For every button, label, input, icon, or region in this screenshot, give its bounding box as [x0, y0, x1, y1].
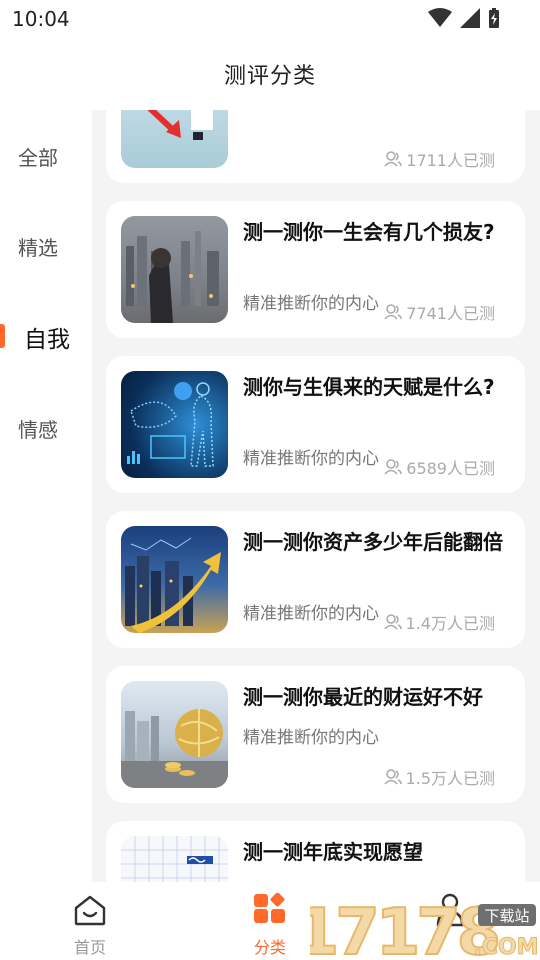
- status-time: 10:04: [12, 7, 70, 31]
- card-title: 测一测你最近的财运好不好: [243, 685, 483, 709]
- card-title: 测一测你资产多少年后能翻倍: [243, 530, 503, 554]
- card-subtitle: 精准推断你的内心: [243, 449, 379, 469]
- status-icons: [428, 8, 500, 28]
- nav-home[interactable]: 首页: [40, 882, 140, 960]
- test-card[interactable]: 测一测你资产多少年后能翻倍 精准推断你的内心 1.4万人已测: [106, 511, 525, 648]
- svg-text:下载站: 下载站: [484, 907, 529, 925]
- sidebar-item-emotion[interactable]: 情感: [0, 398, 92, 458]
- sidebar-item-self[interactable]: 自我: [0, 307, 92, 367]
- test-card[interactable]: 1711人已测: [106, 110, 525, 183]
- category-icon: [252, 892, 288, 928]
- card-thumbnail: [121, 526, 228, 633]
- battery-icon: [489, 8, 499, 28]
- page-title: 测评分类: [223, 64, 316, 89]
- users-icon: [384, 459, 403, 475]
- test-list[interactable]: 1711人已测 测一测你一生会有几个损友? 精准推断你的内心 7741人已测 测…: [92, 110, 540, 882]
- card-title: 测一测年底实现愿望: [243, 840, 423, 864]
- sidebar-item-label: 情感: [18, 417, 58, 442]
- card-thumbnail: [121, 110, 228, 168]
- users-icon: [383, 614, 402, 630]
- wifi-icon: [428, 8, 452, 27]
- participant-count: 1.4万人已测: [383, 610, 495, 634]
- participant-count: 7741人已测: [384, 300, 495, 324]
- card-thumbnail: [121, 681, 228, 788]
- card-thumbnail: [121, 371, 228, 478]
- sidebar-item-label: 全部: [18, 145, 58, 170]
- home-icon: [72, 892, 108, 928]
- test-card[interactable]: 测你与生俱来的天赋是什么? 精准推断你的内心 6589人已测: [106, 356, 525, 493]
- participant-count: 1.5万人已测: [383, 765, 495, 789]
- active-indicator: [0, 324, 5, 348]
- card-title: 测你与生俱来的天赋是什么?: [243, 375, 495, 399]
- card-title: 测一测你一生会有几个损友?: [243, 220, 495, 244]
- test-card[interactable]: 测一测你一生会有几个损友? 精准推断你的内心 7741人已测: [106, 201, 525, 338]
- signal-icon: [460, 8, 480, 28]
- nav-category[interactable]: 分类: [220, 882, 320, 960]
- users-icon: [383, 769, 402, 785]
- nav-label: 首页: [73, 938, 106, 957]
- sidebar-item-featured[interactable]: 精选: [0, 216, 92, 276]
- users-icon: [384, 151, 403, 167]
- test-card[interactable]: 测一测你最近的财运好不好 精准推断你的内心 1.5万人已测: [106, 666, 525, 803]
- svg-text:17178: 17178: [310, 896, 498, 960]
- card-subtitle: 精准推断你的内心: [243, 604, 379, 624]
- card-thumbnail: [121, 216, 228, 323]
- card-subtitle: 精准推断你的内心: [243, 728, 379, 748]
- sidebar-item-all[interactable]: 全部: [0, 126, 92, 186]
- header: 测评分类: [0, 38, 540, 110]
- sidebar-item-label: 精选: [18, 235, 58, 260]
- nav-label: 分类: [253, 938, 286, 957]
- card-thumbnail: [121, 836, 228, 882]
- test-card[interactable]: 测一测年底实现愿望: [106, 821, 525, 882]
- participant-count: 1711人已测: [384, 147, 495, 171]
- users-icon: [384, 304, 403, 320]
- participant-count: 6589人已测: [384, 455, 495, 479]
- svg-text:.COM: .COM: [473, 935, 538, 960]
- status-bar: 10:04: [0, 0, 540, 38]
- site-watermark: 17178 下载站 .COM: [294, 895, 540, 960]
- card-subtitle: 精准推断你的内心: [243, 294, 379, 314]
- sidebar-item-label: 自我: [24, 327, 70, 353]
- category-sidebar: 全部 精选 自我 情感: [0, 110, 92, 882]
